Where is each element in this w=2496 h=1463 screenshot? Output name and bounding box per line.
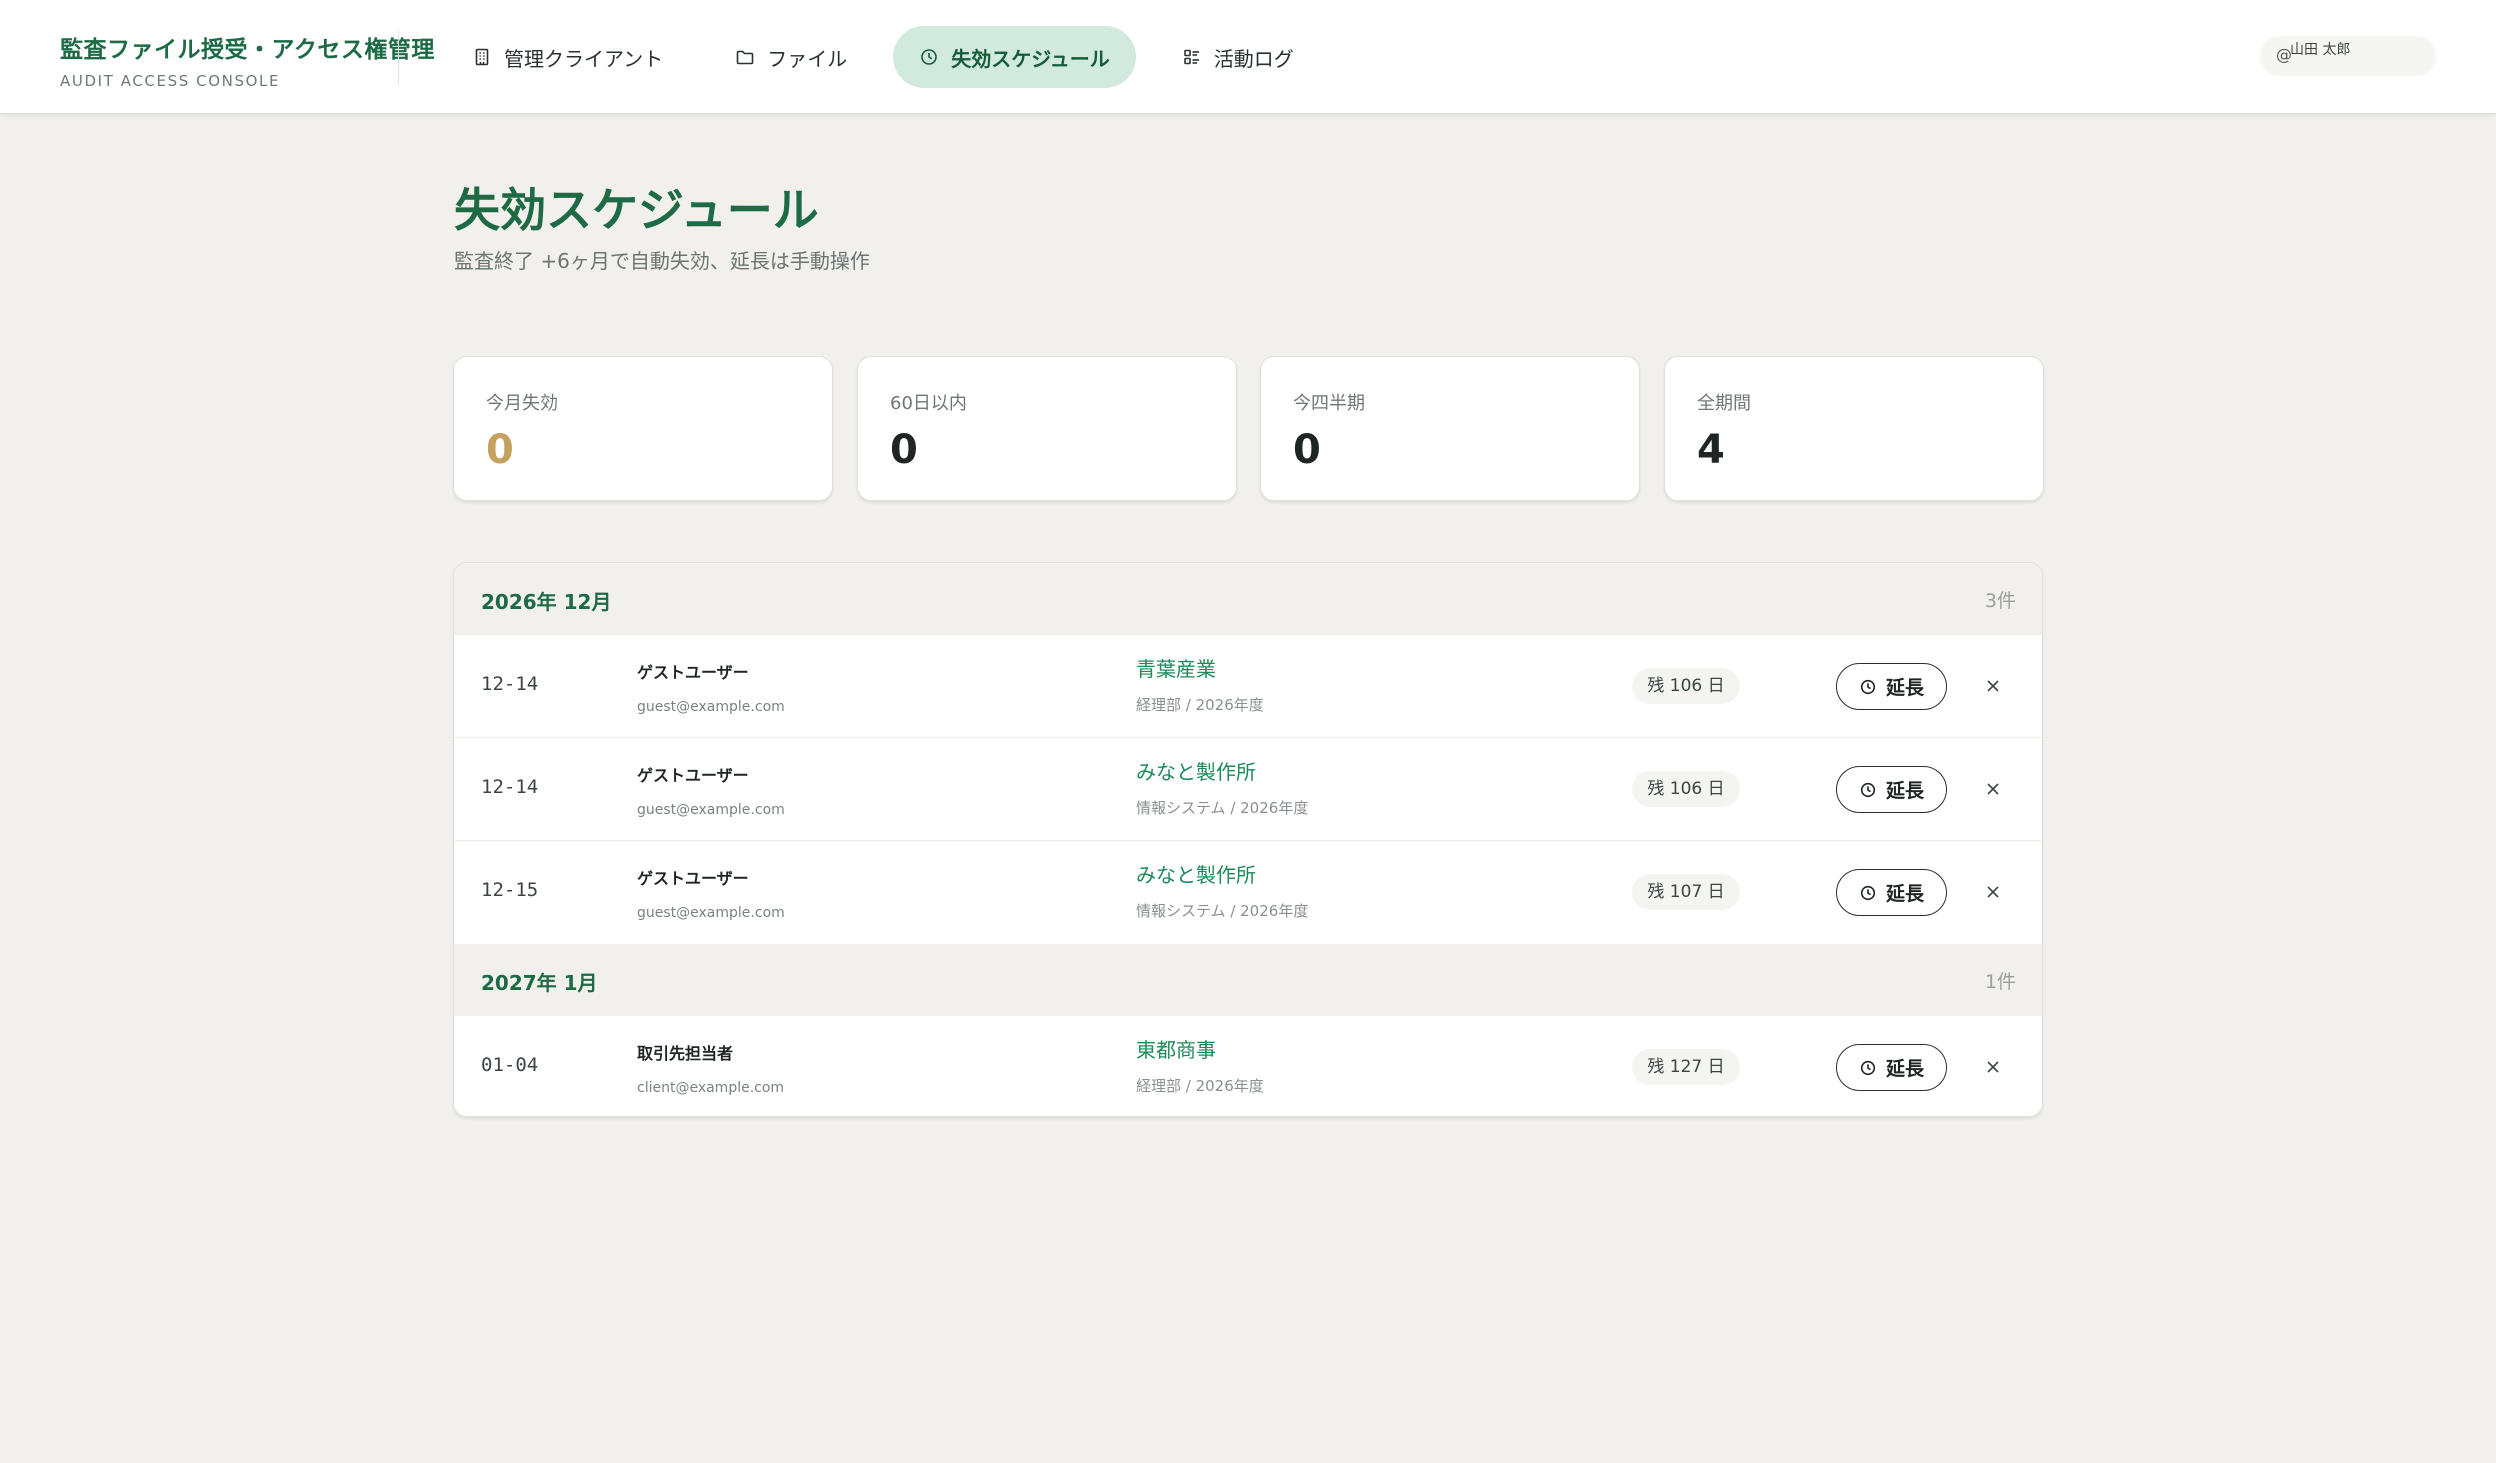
row-user-email: guest@example.com	[637, 802, 785, 818]
group-title: 2027年 1月	[481, 971, 598, 995]
extend-label: 延長	[1885, 1058, 1924, 1080]
nav-label: ファイル	[767, 46, 848, 71]
stat-label: 今月失効	[486, 393, 558, 414]
client-meta: 情報システム / 2026年度	[1136, 902, 1309, 920]
extend-label: 延長	[1885, 677, 1924, 699]
row-user-name: ゲストユーザー	[637, 766, 749, 785]
row-user-name: ゲストユーザー	[637, 869, 749, 888]
stat-label: 60日以内	[890, 393, 967, 414]
page-subtitle: 監査終了 +6ヶ月で自動失効、延長は手動操作	[454, 249, 870, 273]
header-divider	[398, 30, 399, 84]
user-cell: ゲストユーザー guest@example.com	[637, 659, 785, 715]
stat-value: 4	[1697, 427, 1725, 473]
extend-button[interactable]: 延長	[1836, 766, 1947, 813]
table-row: 12-14 ゲストユーザー guest@example.com みなと製作所 情…	[454, 738, 2042, 841]
nav-label: 活動ログ	[1213, 46, 1294, 71]
nav-label: 失効スケジュール	[951, 46, 1110, 71]
remaining-days-badge: 残 106 日	[1632, 668, 1740, 704]
stat-value: 0	[1293, 427, 1321, 473]
revoke-button[interactable]	[1978, 671, 2008, 701]
stat-value: 0	[486, 427, 514, 473]
row-user-email: guest@example.com	[637, 905, 785, 921]
revoke-button[interactable]	[1978, 877, 2008, 907]
app-subtitle: AUDIT ACCESS CONSOLE	[60, 72, 281, 90]
expiry-schedule-table: 2026年 12月 3件 12-14 ゲストユーザー guest@example…	[453, 562, 2043, 1117]
clock-icon	[1860, 885, 1876, 900]
user-cell: ゲストユーザー guest@example.com	[637, 762, 785, 818]
page-title: 失効スケジュール	[454, 183, 819, 237]
stat-card-within-60-days: 60日以内 0	[857, 356, 1237, 501]
row-user-email: client@example.com	[637, 1080, 785, 1096]
revoke-button[interactable]	[1978, 1052, 2008, 1082]
client-link[interactable]: 青葉産業	[1136, 653, 1264, 682]
remaining-days-badge: 残 107 日	[1632, 874, 1740, 910]
table-row: 12-14 ゲストユーザー guest@example.com 青葉産業 経理部…	[454, 635, 2042, 738]
user-cell: ゲストユーザー guest@example.com	[637, 865, 785, 921]
user-cell: 取引先担当者 client@example.com	[637, 1040, 784, 1096]
user-menu[interactable]: @山田 太郎	[2260, 36, 2436, 76]
at-sign: @	[2276, 45, 2292, 64]
clock-icon	[921, 49, 938, 65]
nav-item-activity-log[interactable]: 活動ログ	[1156, 26, 1320, 88]
stat-card-all-time: 全期間 4	[1664, 356, 2044, 501]
stat-card-this-month: 今月失効 0	[453, 356, 833, 501]
user-name: 山田 太郎	[2290, 42, 2351, 58]
clock-icon	[1860, 782, 1876, 797]
group-count: 1件	[1984, 971, 2016, 993]
building-icon	[475, 48, 489, 66]
row-user-name: 取引先担当者	[637, 1044, 734, 1063]
client-link[interactable]: みなと製作所	[1136, 756, 1308, 785]
top-header: 監査ファイル授受・アクセス権管理 AUDIT ACCESS CONSOLE 管理…	[0, 0, 2496, 114]
remaining-days-badge: 残 106 日	[1632, 771, 1740, 807]
client-link[interactable]: 東都商事	[1136, 1034, 1264, 1063]
revoke-button[interactable]	[1978, 774, 2008, 804]
clock-icon	[1860, 1060, 1876, 1075]
client-meta: 経理部 / 2026年度	[1136, 1077, 1264, 1095]
app-title: 監査ファイル授受・アクセス権管理	[60, 37, 435, 63]
expiry-date: 12-15	[481, 879, 539, 901]
clock-icon	[1860, 679, 1876, 694]
extend-button[interactable]: 延長	[1836, 869, 1947, 916]
stat-label: 今四半期	[1293, 393, 1365, 414]
group-header: 2027年 1月 1件	[454, 944, 2042, 1016]
stat-value: 0	[890, 427, 918, 473]
extend-label: 延長	[1885, 780, 1924, 802]
nav-item-clients[interactable]: 管理クライアント	[446, 26, 689, 88]
table-row: 01-04 取引先担当者 client@example.com 東都商事 経理部…	[454, 1016, 2042, 1116]
brand[interactable]: 監査ファイル授受・アクセス権管理 AUDIT ACCESS CONSOLE	[60, 30, 435, 90]
remaining-days-badge: 残 127 日	[1632, 1049, 1740, 1085]
extend-button[interactable]: 延長	[1836, 663, 1947, 710]
close-icon	[1987, 680, 1999, 692]
stat-label: 全期間	[1697, 393, 1751, 414]
main-nav: 管理クライアント ファイル 失効スケジュール 活動ログ	[446, 26, 1320, 88]
close-icon	[1987, 1061, 1999, 1073]
row-user-name: ゲストユーザー	[637, 663, 749, 682]
table-row: 12-15 ゲストユーザー guest@example.com みなと製作所 情…	[454, 841, 2042, 944]
expiry-date: 01-04	[481, 1054, 539, 1076]
client-meta: 情報システム / 2026年度	[1136, 799, 1309, 817]
folder-icon	[736, 50, 754, 65]
nav-item-expiry-schedule[interactable]: 失効スケジュール	[893, 26, 1136, 88]
group-count: 3件	[1984, 590, 2016, 612]
close-icon	[1987, 886, 1999, 898]
extend-label: 延長	[1885, 883, 1924, 905]
activity-list-icon	[1184, 49, 1199, 65]
nav-label: 管理クライアント	[504, 46, 664, 71]
client-link[interactable]: みなと製作所	[1136, 859, 1308, 888]
row-user-email: guest@example.com	[637, 699, 785, 715]
client-cell: みなと製作所 情報システム / 2026年度	[1136, 756, 1308, 818]
stat-card-this-quarter: 今四半期 0	[1260, 356, 1640, 501]
expiry-date: 12-14	[481, 776, 539, 798]
group-header: 2026年 12月 3件	[454, 563, 2042, 635]
expiry-date: 12-14	[481, 673, 539, 695]
group-title: 2026年 12月	[481, 590, 612, 614]
close-icon	[1987, 783, 1999, 795]
nav-item-files[interactable]: ファイル	[709, 26, 873, 88]
extend-button[interactable]: 延長	[1836, 1044, 1947, 1091]
client-cell: みなと製作所 情報システム / 2026年度	[1136, 859, 1308, 921]
client-cell: 青葉産業 経理部 / 2026年度	[1136, 653, 1264, 715]
client-cell: 東都商事 経理部 / 2026年度	[1136, 1034, 1264, 1096]
client-meta: 経理部 / 2026年度	[1136, 696, 1264, 714]
